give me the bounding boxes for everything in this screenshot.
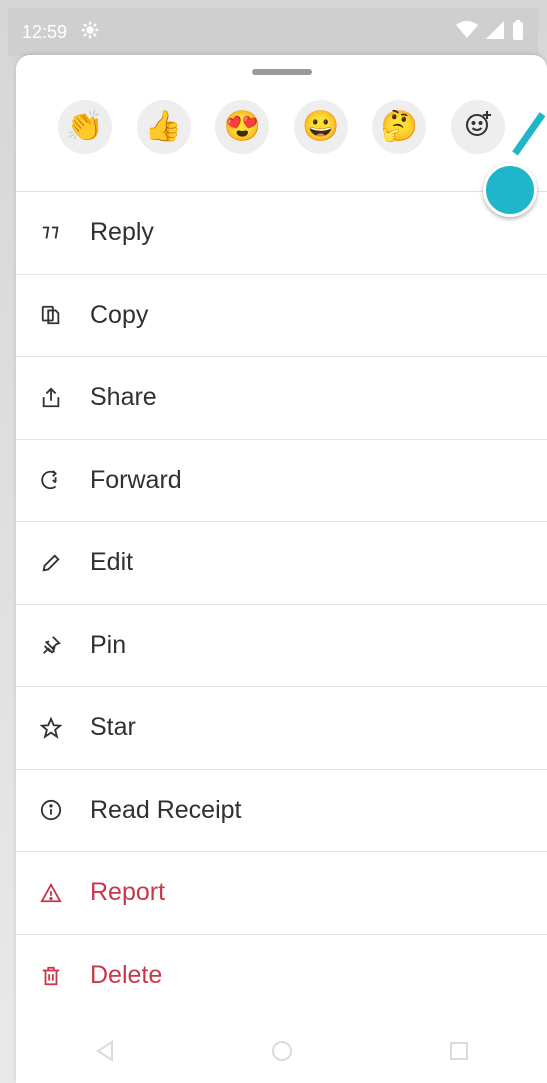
pin-menu-item[interactable]: Pin [16, 605, 547, 687]
share-label: Share [90, 383, 157, 412]
settings-icon [81, 21, 99, 44]
grinning-reaction-button[interactable]: 😀 [293, 100, 348, 154]
action-sheet: 👏 👍 😍 😀 🤔 Reply Copy Share Forward Edit … [16, 55, 547, 1083]
pin-label: Pin [90, 630, 127, 659]
status-bar: 12:59 [8, 8, 538, 56]
drag-handle[interactable] [252, 69, 312, 75]
star-label: Star [90, 713, 136, 742]
pencil-icon [38, 550, 64, 576]
delete-menu-item[interactable]: Delete [16, 935, 547, 1018]
thinking-icon: 🤔 [380, 110, 419, 143]
forward-menu-item[interactable]: Forward [16, 440, 547, 522]
thinking-reaction-button[interactable]: 🤔 [372, 100, 427, 154]
edit-menu-item[interactable]: Edit [16, 522, 547, 605]
star-menu-item[interactable]: Star [16, 687, 547, 770]
info-icon [38, 797, 64, 823]
reply-menu-item[interactable]: Reply [16, 192, 547, 275]
add-emoji-icon [463, 109, 493, 145]
forward-label: Forward [90, 465, 182, 494]
share-icon [38, 385, 64, 411]
quote-icon [38, 220, 64, 246]
recents-nav-icon[interactable] [448, 1040, 470, 1067]
report-label: Report [90, 878, 166, 907]
copy-label: Copy [90, 300, 149, 329]
warning-icon [38, 880, 64, 906]
read-receipt-menu-item[interactable]: Read Receipt [16, 770, 547, 852]
add-reaction-button[interactable] [450, 100, 505, 154]
wifi-icon [456, 20, 478, 44]
thumbs-up-reaction-button[interactable]: 👍 [136, 100, 191, 154]
clap-icon: 👏 [66, 110, 104, 143]
heart-eyes-icon: 😍 [223, 110, 261, 143]
touch-indicator [483, 163, 537, 217]
forward-icon [38, 467, 64, 493]
back-nav-icon[interactable] [94, 1039, 116, 1067]
star-icon [38, 715, 64, 741]
reply-label: Reply [90, 218, 154, 247]
trash-icon [38, 963, 64, 989]
status-time: 12:59 [22, 21, 68, 42]
home-nav-icon[interactable] [271, 1040, 293, 1067]
thumbs-up-icon: 👍 [144, 110, 183, 143]
grinning-icon: 😀 [302, 110, 340, 143]
signal-icon [486, 20, 504, 44]
read-receipt-label: Read Receipt [90, 795, 242, 824]
report-menu-item[interactable]: Report [16, 852, 547, 935]
delete-label: Delete [90, 961, 163, 990]
edit-label: Edit [90, 548, 134, 577]
clap-reaction-button[interactable]: 👏 [58, 100, 112, 154]
heart-eyes-reaction-button[interactable]: 😍 [215, 100, 270, 154]
system-nav-bar [16, 1023, 547, 1083]
battery-icon [512, 19, 524, 45]
device-frame: 12:59 👏 👍 😍 😀 🤔 Reply Copy Share Forward… [0, 0, 547, 1083]
share-menu-item[interactable]: Share [16, 357, 547, 440]
pin-icon [38, 632, 64, 658]
copy-icon [38, 302, 64, 328]
message-actions-menu: Reply Copy Share Forward Edit Pin Star R… [16, 192, 547, 1017]
reaction-bar: 👏 👍 😍 😀 🤔 [58, 100, 505, 164]
copy-menu-item[interactable]: Copy [16, 275, 547, 357]
